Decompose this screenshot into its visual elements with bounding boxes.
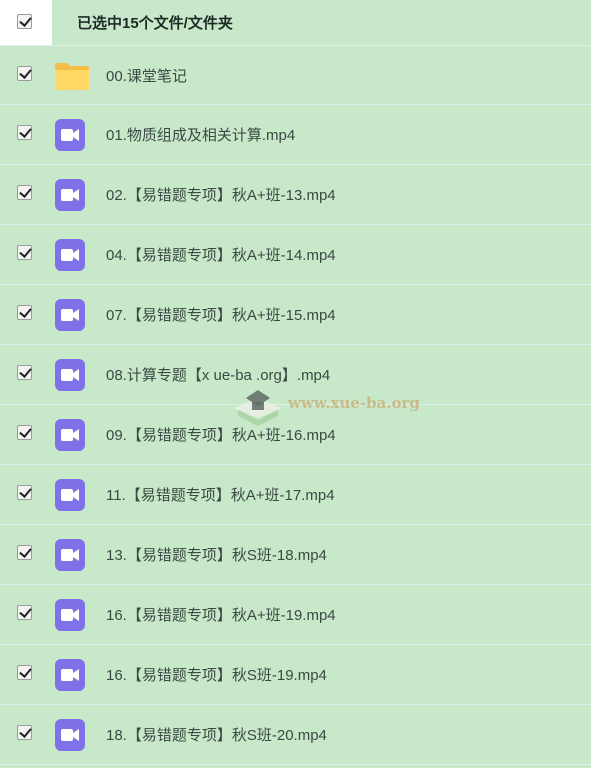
file-row[interactable]: 04.【易错题专项】秋A+班-14.mp4 xyxy=(0,225,591,285)
file-row[interactable]: 16.【易错题专项】秋S班-19.mp4 xyxy=(0,645,591,705)
video-file-icon xyxy=(55,359,85,391)
file-row[interactable]: 16.【易错题专项】秋A+班-19.mp4 xyxy=(0,585,591,645)
file-name[interactable]: 04.【易错题专项】秋A+班-14.mp4 xyxy=(106,244,336,265)
file-checkbox[interactable] xyxy=(17,185,32,200)
file-name[interactable]: 18.【易错题专项】秋S班-20.mp4 xyxy=(106,724,327,745)
select-all-cell[interactable] xyxy=(0,0,52,45)
video-file-icon xyxy=(55,479,85,511)
file-name[interactable]: 01.物质组成及相关计算.mp4 xyxy=(106,124,295,145)
file-checkbox[interactable] xyxy=(17,425,32,440)
video-file-icon xyxy=(55,119,85,151)
file-row[interactable]: 02.【易错题专项】秋A+班-13.mp4 xyxy=(0,165,591,225)
file-checkbox[interactable] xyxy=(17,66,32,81)
file-row[interactable]: 01.物质组成及相关计算.mp4 xyxy=(0,105,591,165)
file-name[interactable]: 08.计算专题【x ue-ba .org】.mp4 xyxy=(106,364,330,385)
file-checkbox[interactable] xyxy=(17,365,32,380)
file-row[interactable]: 11.【易错题专项】秋A+班-17.mp4 xyxy=(0,465,591,525)
file-checkbox[interactable] xyxy=(17,665,32,680)
video-file-icon xyxy=(55,539,85,571)
video-file-icon xyxy=(55,659,85,691)
file-list: 00.课堂笔记 01.物质组成及相关计算.mp4 02.【易错题专项】秋A+班-13… xyxy=(0,45,591,765)
file-checkbox[interactable] xyxy=(17,545,32,560)
file-name[interactable]: 00.课堂笔记 xyxy=(106,65,187,86)
file-checkbox[interactable] xyxy=(17,485,32,500)
file-name[interactable]: 16.【易错题专项】秋A+班-19.mp4 xyxy=(106,604,336,625)
file-row[interactable]: 09.【易错题专项】秋A+班-16.mp4 xyxy=(0,405,591,465)
file-row[interactable]: 13.【易错题专项】秋S班-18.mp4 xyxy=(0,525,591,585)
file-name[interactable]: 13.【易错题专项】秋S班-18.mp4 xyxy=(106,544,327,565)
file-checkbox[interactable] xyxy=(17,305,32,320)
video-file-icon xyxy=(55,599,85,631)
video-file-icon xyxy=(55,719,85,751)
selection-count-label: 已选中15个文件/文件夹 xyxy=(77,15,233,32)
file-name[interactable]: 02.【易错题专项】秋A+班-13.mp4 xyxy=(106,184,336,205)
file-row[interactable]: 18.【易错题专项】秋S班-20.mp4 xyxy=(0,705,591,765)
file-name[interactable]: 09.【易错题专项】秋A+班-16.mp4 xyxy=(106,424,336,445)
file-checkbox[interactable] xyxy=(17,125,32,140)
file-checkbox[interactable] xyxy=(17,245,32,260)
file-row[interactable]: 07.【易错题专项】秋A+班-15.mp4 xyxy=(0,285,591,345)
file-row[interactable]: 00.课堂笔记 xyxy=(0,45,591,105)
file-name[interactable]: 11.【易错题专项】秋A+班-17.mp4 xyxy=(106,484,335,505)
video-file-icon xyxy=(55,179,85,211)
file-checkbox[interactable] xyxy=(17,605,32,620)
file-name[interactable]: 07.【易错题专项】秋A+班-15.mp4 xyxy=(106,304,336,325)
video-file-icon xyxy=(55,299,85,331)
file-row[interactable]: 08.计算专题【x ue-ba .org】.mp4 xyxy=(0,345,591,405)
file-checkbox[interactable] xyxy=(17,725,32,740)
video-file-icon xyxy=(55,419,85,451)
selection-header: 已选中15个文件/文件夹 xyxy=(0,0,591,45)
video-file-icon xyxy=(55,239,85,271)
file-name[interactable]: 16.【易错题专项】秋S班-19.mp4 xyxy=(106,664,327,685)
folder-icon xyxy=(55,63,89,90)
select-all-checkbox[interactable] xyxy=(17,14,32,29)
